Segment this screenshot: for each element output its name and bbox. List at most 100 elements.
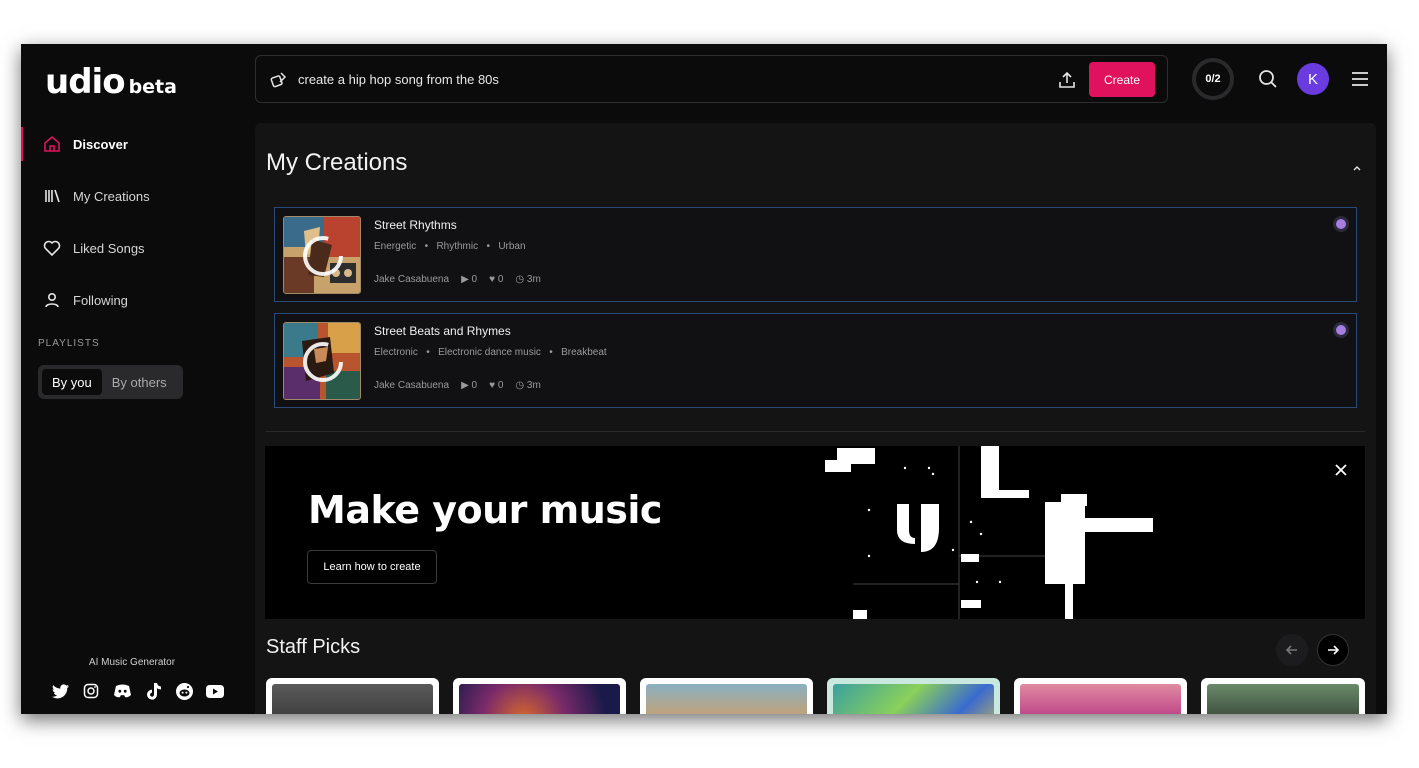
- staff-pick-cover: [272, 684, 433, 714]
- tag[interactable]: Energetic: [374, 241, 416, 252]
- logo-wordmark: udio: [45, 62, 126, 102]
- song-tags: Energetic • Rhythmic • Urban: [374, 241, 526, 252]
- prompt-bar[interactable]: create a hip hop song from the 80s Creat…: [255, 55, 1168, 103]
- song-meta: Jake Casabuena ▶ 0 ♥ 0 ◷ 3m: [374, 274, 541, 285]
- udio-logo[interactable]: udio beta: [45, 62, 177, 102]
- play-icon: ▶: [461, 274, 469, 285]
- chevron-up-icon[interactable]: [1350, 161, 1364, 175]
- prompt-input[interactable]: create a hip hop song from the 80s: [298, 72, 499, 87]
- sidebar-item-discover[interactable]: Discover: [21, 127, 243, 161]
- logo-beta-tag: beta: [128, 76, 177, 98]
- song-card[interactable]: Street Rhythms Energetic • Rhythmic • Ur…: [274, 207, 1357, 302]
- tag-separator: •: [543, 347, 559, 358]
- staff-pick-card[interactable]: [640, 678, 813, 714]
- user-icon: [41, 289, 63, 311]
- song-status-dot: [1336, 325, 1346, 335]
- sidebar-item-label: Liked Songs: [73, 240, 145, 256]
- tag-separator: •: [419, 241, 434, 252]
- sidebar-item-liked-songs[interactable]: Liked Songs: [21, 231, 243, 265]
- playlists-heading: PLAYLISTS: [38, 338, 100, 349]
- like-count: ♥ 0: [489, 274, 504, 285]
- clock-icon: ◷: [515, 274, 525, 285]
- sidebar-item-label: Discover: [73, 136, 128, 152]
- song-cover-art[interactable]: [283, 216, 361, 294]
- clock-icon: ◷: [515, 380, 525, 391]
- song-age: ◷ 3m: [515, 380, 541, 391]
- play-icon: ▶: [461, 380, 469, 391]
- staff-pick-card[interactable]: [827, 678, 1000, 714]
- song-title[interactable]: Street Rhythms: [374, 218, 457, 232]
- heart-icon: ♥: [489, 274, 496, 285]
- tag-separator: •: [420, 347, 436, 358]
- playlist-tabs: By you By others: [38, 365, 183, 399]
- arrow-left-icon: [1285, 645, 1297, 655]
- play-count: ▶ 0: [461, 274, 478, 285]
- instagram-icon[interactable]: [82, 682, 100, 700]
- promo-banner: Make your music Learn how to create: [265, 446, 1365, 619]
- section-title-staff-picks: Staff Picks: [266, 636, 361, 658]
- app-window: udio beta Discover My Creations Liked So…: [21, 44, 1387, 714]
- close-icon[interactable]: [1333, 462, 1349, 478]
- tag-separator: •: [480, 241, 496, 252]
- sidebar-item-following[interactable]: Following: [21, 283, 243, 317]
- banner-title: Make your music: [308, 488, 662, 532]
- tag[interactable]: Rhythmic: [436, 241, 478, 252]
- song-status-dot: [1336, 219, 1346, 229]
- social-links: [51, 682, 224, 700]
- menu-icon[interactable]: [1349, 68, 1371, 90]
- avatar[interactable]: K: [1297, 63, 1329, 95]
- song-meta: Jake Casabuena ▶ 0 ♥ 0 ◷ 3m: [374, 380, 541, 391]
- artist-name[interactable]: Jake Casabuena: [374, 274, 449, 285]
- like-count: ♥ 0: [489, 380, 504, 391]
- staff-pick-card[interactable]: [1201, 678, 1365, 714]
- tiktok-icon[interactable]: [144, 682, 162, 700]
- footer-tagline: AI Music Generator: [88, 657, 176, 668]
- heart-icon: [41, 237, 63, 259]
- arrow-right-icon: [1328, 645, 1340, 655]
- main-panel: My Creations Street Rhythms Energetic • …: [255, 123, 1376, 714]
- staff-pick-card[interactable]: [266, 678, 439, 714]
- heart-icon: ♥: [489, 380, 496, 391]
- staff-pick-card[interactable]: [1014, 678, 1187, 714]
- tab-by-others[interactable]: By others: [102, 369, 177, 395]
- song-tags: Electronic • Electronic dance music • Br…: [374, 347, 607, 358]
- staff-pick-cover: [1020, 684, 1181, 714]
- staff-pick-cover: [646, 684, 807, 714]
- home-icon: [41, 133, 63, 155]
- staff-pick-card[interactable]: [453, 678, 626, 714]
- song-card[interactable]: Street Beats and Rhymes Electronic • Ele…: [274, 313, 1357, 408]
- search-icon[interactable]: [1257, 68, 1279, 90]
- create-button[interactable]: Create: [1089, 62, 1155, 97]
- artist-name[interactable]: Jake Casabuena: [374, 380, 449, 391]
- sidebar-item-my-creations[interactable]: My Creations: [21, 179, 243, 213]
- credits-counter[interactable]: 0/2: [1192, 58, 1234, 100]
- library-icon: [41, 185, 63, 207]
- sidebar-item-label: Following: [73, 292, 128, 308]
- staff-pick-cover: [1207, 684, 1359, 714]
- shuffle-prompt-icon[interactable]: [268, 69, 290, 91]
- twitter-icon[interactable]: [51, 682, 69, 700]
- discord-icon[interactable]: [113, 682, 131, 700]
- song-cover-art[interactable]: [283, 322, 361, 400]
- staff-pick-cover: [459, 684, 620, 714]
- upload-icon[interactable]: [1056, 69, 1078, 91]
- carousel-prev-button[interactable]: [1276, 634, 1308, 666]
- banner-artwork: [825, 446, 1153, 619]
- carousel-next-button[interactable]: [1317, 634, 1349, 666]
- learn-how-button[interactable]: Learn how to create: [307, 550, 437, 584]
- section-divider: [266, 431, 1365, 432]
- song-title[interactable]: Street Beats and Rhymes: [374, 324, 511, 338]
- tab-by-you[interactable]: By you: [42, 369, 102, 395]
- song-age: ◷ 3m: [515, 274, 541, 285]
- play-count: ▶ 0: [461, 380, 478, 391]
- sidebar-item-label: My Creations: [73, 188, 150, 204]
- tag[interactable]: Electronic: [374, 347, 418, 358]
- sidebar: udio beta Discover My Creations Liked So…: [21, 44, 243, 714]
- tag[interactable]: Urban: [498, 241, 525, 252]
- tag[interactable]: Electronic dance music: [438, 347, 541, 358]
- youtube-icon[interactable]: [206, 682, 224, 700]
- tag[interactable]: Breakbeat: [561, 347, 607, 358]
- reddit-icon[interactable]: [175, 682, 193, 700]
- section-title-my-creations: My Creations: [266, 149, 408, 176]
- staff-pick-cover: [833, 684, 994, 714]
